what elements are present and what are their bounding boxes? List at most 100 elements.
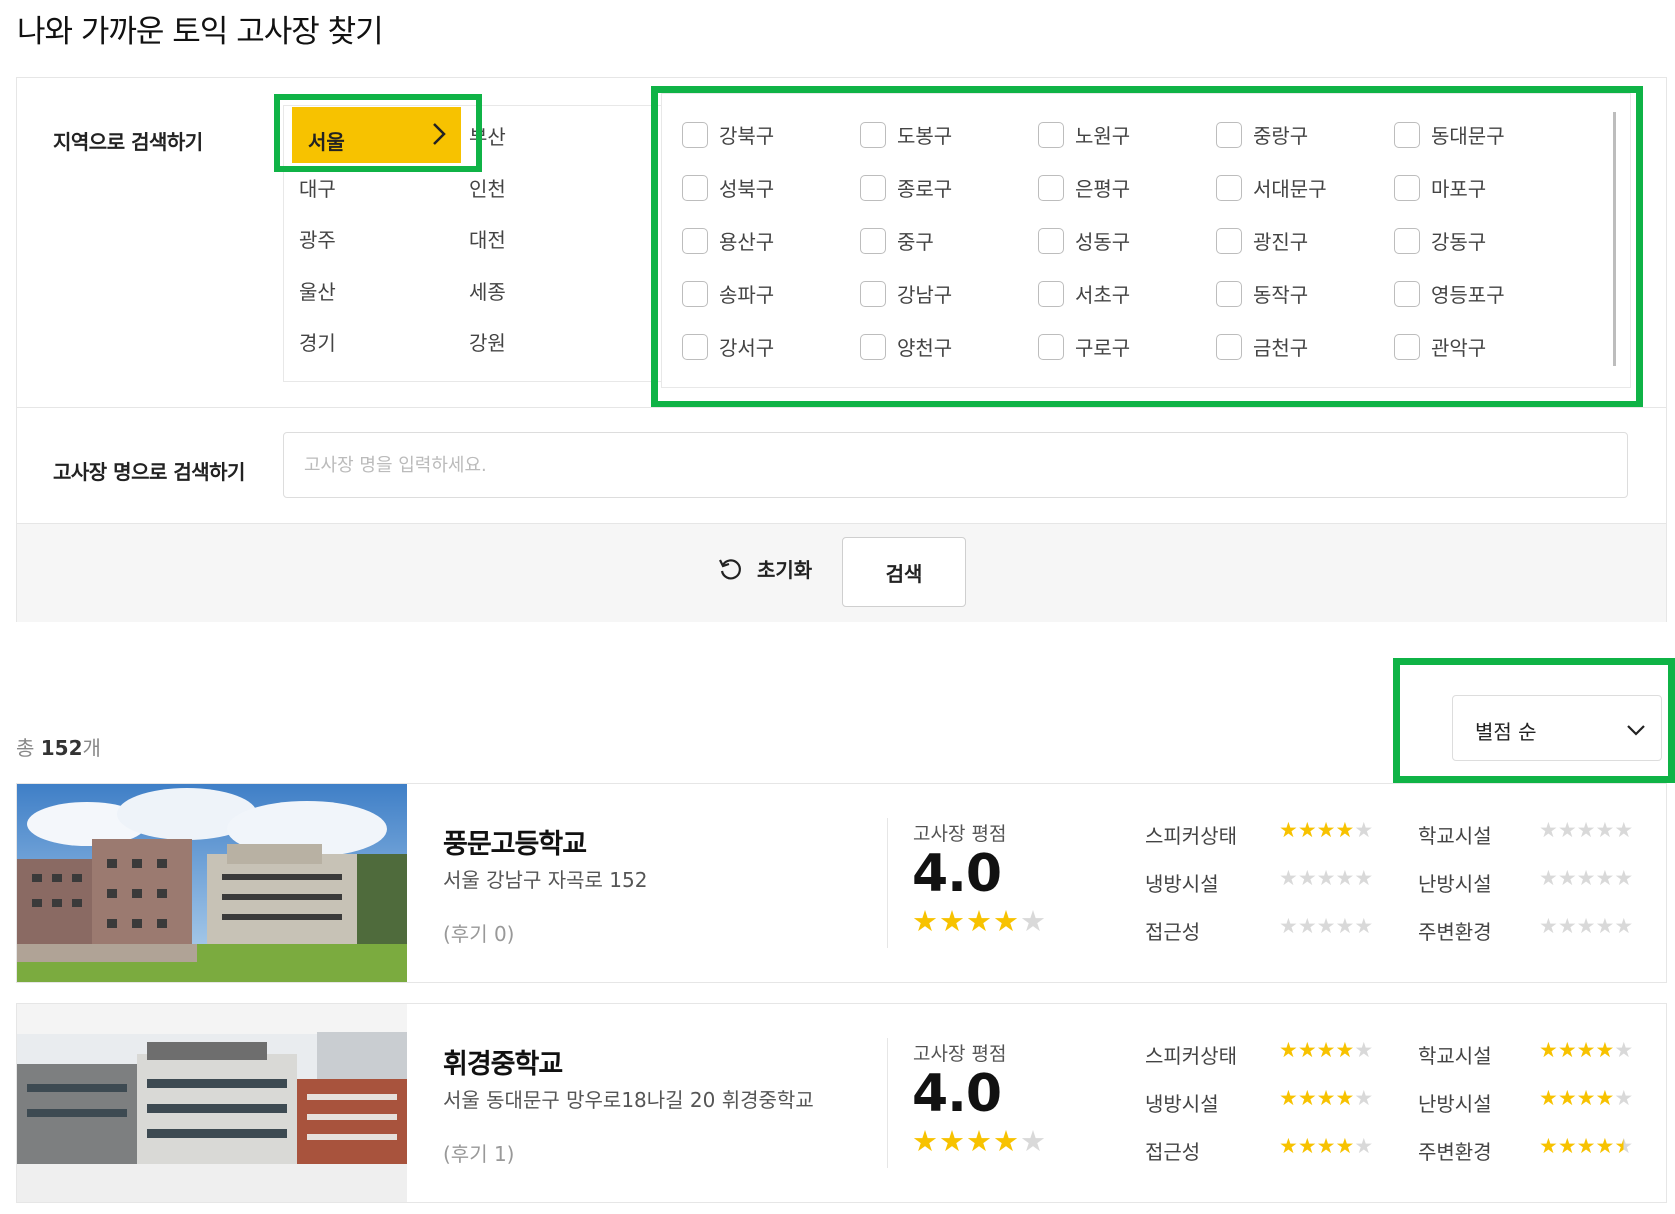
attr-stars-cooling: ★★★★★ <box>1279 1086 1373 1110</box>
name-search-label: 고사장 명으로 검색하기 <box>53 460 245 484</box>
city-item-gangwon[interactable]: 강원 <box>469 327 506 356</box>
total-suffix: 개 <box>82 736 101 760</box>
star-icon: ★ <box>1576 1134 1596 1158</box>
city-item-gwangju[interactable]: 광주 <box>299 224 336 253</box>
star-icon: ★ <box>1595 818 1615 842</box>
star-icon: ★ <box>1354 818 1374 842</box>
attr-label-heating: 난방시설 <box>1418 872 1492 896</box>
action-bar: 초기화 검색 <box>17 524 1666 622</box>
star-icon: ★ <box>1279 1086 1298 1110</box>
search-panel: 지역으로 검색하기 서울 부산 대구 인천 광주 대전 울산 세종 경기 강원 … <box>16 77 1667 622</box>
school-photo <box>17 784 407 982</box>
exam-site-address: 서울 강남구 자곡로 152 <box>443 868 648 892</box>
star-icon: ★ <box>1354 1038 1374 1062</box>
star-icon: ★ <box>1279 1134 1298 1158</box>
star-icon: ★ <box>1576 818 1596 842</box>
review-count[interactable]: (후기 1) <box>443 1138 515 1167</box>
attr-stars-speaker: ★★★★★ <box>1279 1038 1373 1062</box>
star-icon: ★ <box>1595 914 1615 938</box>
star-icon: ★ <box>1335 1038 1355 1062</box>
attr-stars-access: ★★★★★ <box>1279 914 1373 938</box>
school-photo <box>17 1004 407 1202</box>
divider <box>17 407 1666 408</box>
region-search-label: 지역으로 검색하기 <box>53 130 203 154</box>
star-icon: ★ <box>993 904 1020 938</box>
score-label: 고사장 평점 <box>913 823 1007 845</box>
star-icon: ★ <box>1557 1134 1577 1158</box>
attr-label-access: 접근성 <box>1145 1140 1201 1164</box>
exam-site-name[interactable]: 풍문고등학교 <box>443 822 587 861</box>
highlight-box <box>274 94 482 172</box>
attr-label-surroundings: 주변환경 <box>1418 1140 1492 1164</box>
city-item-sejong[interactable]: 세종 <box>469 276 506 305</box>
attr-stars-heating: ★★★★★ <box>1539 866 1633 890</box>
star-icon: ★ <box>1316 914 1336 938</box>
highlight-box <box>1393 658 1675 783</box>
attr-stars-speaker: ★★★★★ <box>1279 818 1373 842</box>
star-icon: ★ <box>1335 914 1355 938</box>
star-icon: ★ <box>1614 1086 1634 1110</box>
star-icon: ★ <box>966 1124 993 1158</box>
divider <box>887 1038 888 1168</box>
search-button[interactable]: 검색 <box>842 537 966 607</box>
star-icon: ★ <box>1316 1038 1336 1062</box>
attr-stars-heating: ★★★★★ <box>1539 1086 1633 1110</box>
review-count[interactable]: (후기 0) <box>443 918 515 947</box>
star-icon: ★ <box>1539 1038 1558 1062</box>
star-icon: ★ <box>1354 866 1374 890</box>
exam-site-name-input[interactable] <box>283 432 1628 498</box>
star-icon: ★ <box>1557 1038 1577 1062</box>
star-icon: ★ <box>1020 904 1047 938</box>
star-icon: ★ <box>1335 1134 1355 1158</box>
score-stars: ★★★★★ <box>912 1124 1047 1158</box>
attr-label-facility: 학교시설 <box>1418 824 1492 848</box>
star-icon: ★ <box>1279 914 1298 938</box>
score-label: 고사장 평점 <box>913 1043 1007 1065</box>
star-icon: ★ <box>1539 1086 1558 1110</box>
attr-label-heating: 난방시설 <box>1418 1092 1492 1116</box>
star-icon: ★ <box>1557 1086 1577 1110</box>
attr-stars-access: ★★★★★ <box>1279 1134 1373 1158</box>
exam-site-card[interactable]: 휘경중학교 서울 동대문구 망우로18나길 20 휘경중학교 (후기 1) 고사… <box>16 1003 1667 1203</box>
city-item-ulsan[interactable]: 울산 <box>299 276 336 305</box>
attr-label-surroundings: 주변환경 <box>1418 920 1492 944</box>
star-icon: ★ <box>1539 866 1558 890</box>
star-icon: ★ <box>1297 1134 1317 1158</box>
star-icon: ★ <box>1297 866 1317 890</box>
exam-site-name[interactable]: 휘경중학교 <box>443 1042 563 1081</box>
star-icon: ★ <box>1539 914 1558 938</box>
star-icon: ★ <box>1297 1086 1317 1110</box>
attr-stars-surroundings: ★★★★★ <box>1539 1134 1633 1158</box>
star-icon: ★ <box>1316 866 1336 890</box>
attr-label-cooling: 냉방시설 <box>1145 872 1219 896</box>
highlight-box <box>651 86 1643 408</box>
star-icon: ★ <box>1557 914 1577 938</box>
star-icon: ★ <box>1595 1038 1615 1062</box>
star-icon: ★ <box>939 904 966 938</box>
reset-button[interactable]: 초기화 <box>717 554 812 583</box>
star-icon: ★ <box>1335 818 1355 842</box>
star-icon: ★ <box>1354 914 1374 938</box>
star-icon: ★ <box>939 1124 966 1158</box>
star-icon: ★ <box>912 904 939 938</box>
city-item-incheon[interactable]: 인천 <box>469 173 506 202</box>
city-item-daegu[interactable]: 대구 <box>299 173 336 202</box>
city-item-gyeonggi[interactable]: 경기 <box>299 327 336 356</box>
exam-site-card[interactable]: 풍문고등학교 서울 강남구 자곡로 152 (후기 0) 고사장 평점 4.0 … <box>16 783 1667 983</box>
city-item-daejeon[interactable]: 대전 <box>469 224 506 253</box>
star-icon: ★ <box>1279 818 1298 842</box>
star-icon: ★ <box>1576 866 1596 890</box>
total-count: 152 <box>40 736 83 760</box>
star-icon: ★ <box>1279 1038 1298 1062</box>
score-value: 4.0 <box>912 1064 1002 1124</box>
star-icon: ★ <box>1557 866 1577 890</box>
star-icon: ★ <box>1614 818 1634 842</box>
star-icon: ★ <box>912 1124 939 1158</box>
attr-stars-facility: ★★★★★ <box>1539 1038 1633 1062</box>
star-icon: ★ <box>1576 1086 1596 1110</box>
attr-label-facility: 학교시설 <box>1418 1044 1492 1068</box>
attr-stars-surroundings: ★★★★★ <box>1539 914 1633 938</box>
star-icon: ★ <box>1595 866 1615 890</box>
star-icon: ★ <box>1595 1086 1615 1110</box>
results-total: 총 152개 <box>16 732 101 761</box>
